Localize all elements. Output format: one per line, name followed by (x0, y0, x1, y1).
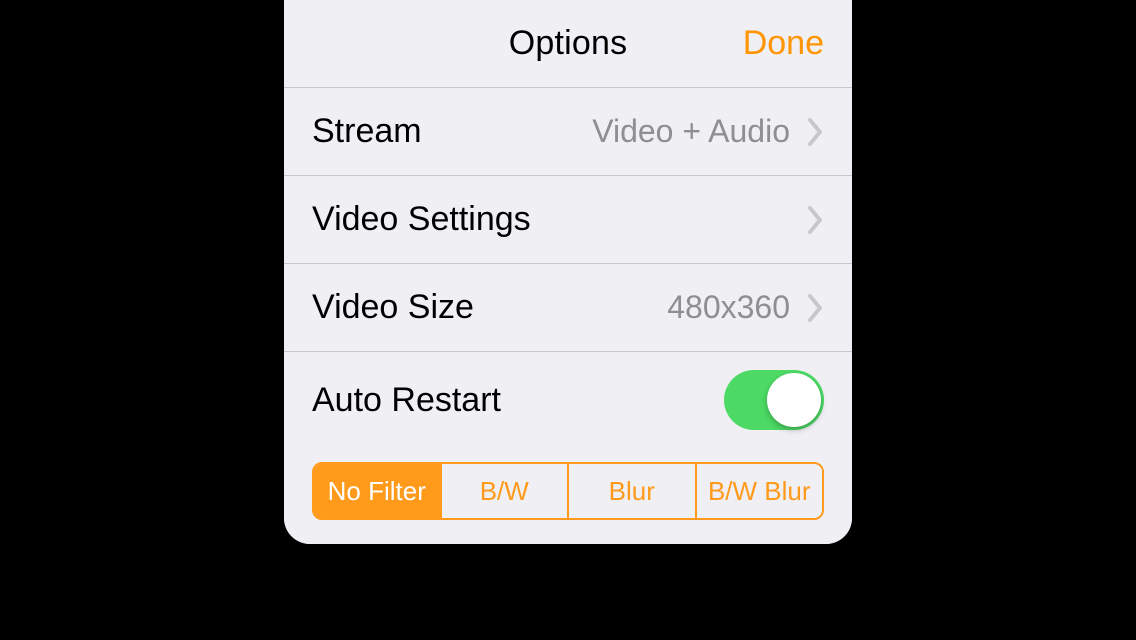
filter-option-blur[interactable]: Blur (569, 464, 697, 518)
auto-restart-toggle[interactable] (724, 370, 824, 430)
row-label: Stream (312, 112, 422, 151)
row-stream[interactable]: Stream Video + Audio (284, 88, 852, 176)
chevron-right-icon (808, 294, 824, 322)
filter-option-bw[interactable]: B/W (442, 464, 570, 518)
chevron-right-icon (808, 206, 824, 234)
row-label: Video Size (312, 288, 474, 327)
filter-option-bw-blur[interactable]: B/W Blur (697, 464, 823, 518)
switch-knob (767, 373, 821, 427)
filter-segment-wrap: No Filter B/W Blur B/W Blur (284, 448, 852, 544)
row-video-settings[interactable]: Video Settings (284, 176, 852, 264)
filter-segmented-control: No Filter B/W Blur B/W Blur (312, 462, 824, 520)
done-button[interactable]: Done (743, 0, 824, 87)
row-video-size[interactable]: Video Size 480x360 (284, 264, 852, 352)
chevron-right-icon (808, 118, 824, 146)
row-value: Video + Audio (422, 113, 790, 150)
row-value: 480x360 (474, 289, 790, 326)
options-panel: Options Done Stream Video + Audio Video … (284, 0, 852, 544)
panel-title: Options (509, 24, 628, 63)
row-label: Auto Restart (312, 381, 724, 420)
row-label: Video Settings (312, 200, 531, 239)
filter-option-no-filter[interactable]: No Filter (314, 464, 442, 518)
panel-header: Options Done (284, 0, 852, 88)
row-auto-restart: Auto Restart (284, 352, 852, 448)
